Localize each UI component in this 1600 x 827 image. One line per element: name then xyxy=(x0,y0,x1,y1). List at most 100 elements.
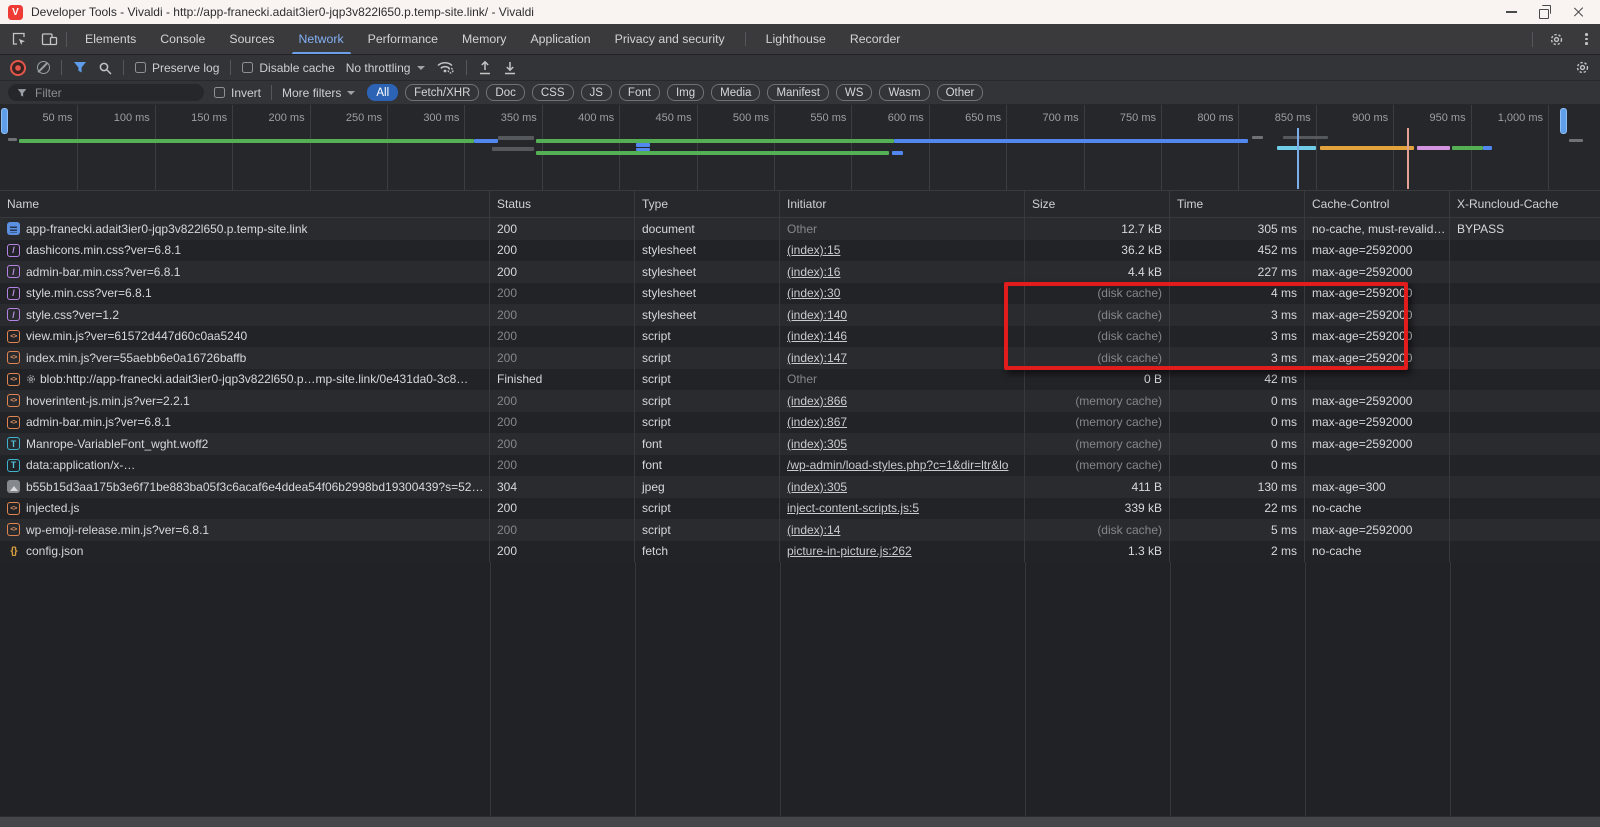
column-header-cache-control[interactable]: Cache-Control xyxy=(1305,191,1450,217)
table-row[interactable]: admin-bar.min.js?ver=6.8.1200script(inde… xyxy=(0,412,1600,434)
more-options-button[interactable] xyxy=(1579,33,1594,45)
table-row[interactable]: app-franecki.adait3ier0-jqp3v822l650.p.t… xyxy=(0,218,1600,240)
initiator-link[interactable]: inject-content-scripts.js:5 xyxy=(787,501,919,515)
table-row[interactable]: injected.js200scriptinject-content-scrip… xyxy=(0,498,1600,520)
filter-chip-img[interactable]: Img xyxy=(667,84,704,101)
throttling-select[interactable]: No throttling xyxy=(346,61,426,75)
column-header-initiator[interactable]: Initiator xyxy=(780,191,1025,217)
time-cell: 3 ms xyxy=(1170,326,1305,348)
tab-console[interactable]: Console xyxy=(148,24,217,54)
column-header-x-runcloud-cache[interactable]: X-Runcloud-Cache xyxy=(1450,191,1600,217)
device-toolbar-button[interactable] xyxy=(36,27,62,51)
initiator-link[interactable]: (index):146 xyxy=(787,329,847,343)
filter-chip-media[interactable]: Media xyxy=(711,84,760,101)
initiator-link[interactable]: (index):305 xyxy=(787,437,847,451)
initiator-link[interactable]: (index):14 xyxy=(787,523,840,537)
table-row[interactable]: dashicons.min.css?ver=6.8.1200stylesheet… xyxy=(0,240,1600,262)
more-filters-dropdown[interactable]: More filters xyxy=(282,86,355,100)
column-header-size[interactable]: Size xyxy=(1025,191,1170,217)
table-row[interactable]: blob:http://app-franecki.adait3ier0-jqp3… xyxy=(0,369,1600,391)
horizontal-scrollbar[interactable] xyxy=(0,816,1600,827)
initiator-link[interactable]: (index):16 xyxy=(787,265,840,279)
column-header-name[interactable]: Name xyxy=(0,191,490,217)
initiator-link[interactable]: (index):140 xyxy=(787,308,847,322)
tab-privacy-and-security[interactable]: Privacy and security xyxy=(603,24,737,54)
status-cell: 200 xyxy=(490,240,635,262)
timeline-overview[interactable]: 50 ms100 ms150 ms200 ms250 ms300 ms350 m… xyxy=(0,105,1600,191)
initiator-link[interactable]: (index):147 xyxy=(787,351,847,365)
devtools-settings-button[interactable] xyxy=(1543,27,1569,51)
disable-cache-checkbox[interactable]: Disable cache xyxy=(242,61,334,75)
tab-elements[interactable]: Elements xyxy=(73,24,148,54)
initiator-link[interactable]: (index):867 xyxy=(787,415,847,429)
close-button[interactable] xyxy=(1562,1,1596,23)
filter-chip-js[interactable]: JS xyxy=(581,84,612,101)
table-row[interactable]: view.min.js?ver=61572d447d60c0aa5240200s… xyxy=(0,326,1600,348)
filter-chip-font[interactable]: Font xyxy=(619,84,660,101)
table-row[interactable]: index.min.js?ver=55aebb6e0a16726baffb200… xyxy=(0,347,1600,369)
clear-network-log-button[interactable] xyxy=(37,61,50,74)
timeline-left-handle[interactable] xyxy=(1,108,8,134)
table-row[interactable]: config.json200fetchpicture-in-picture.js… xyxy=(0,541,1600,563)
table-row[interactable]: b55b15d3aa175b3e6f71be883ba05f3c6acaf6e4… xyxy=(0,476,1600,498)
import-har-button[interactable] xyxy=(478,60,492,75)
table-row[interactable]: hoverintent-js.min.js?ver=2.2.1200script… xyxy=(0,390,1600,412)
inspect-element-button[interactable] xyxy=(6,27,32,51)
filter-chip-all[interactable]: All xyxy=(367,84,398,101)
initiator-link[interactable]: (index):15 xyxy=(787,243,840,257)
maximize-button[interactable] xyxy=(1528,1,1562,23)
filter-chip-ws[interactable]: WS xyxy=(836,84,873,101)
filter-chip-doc[interactable]: Doc xyxy=(486,84,524,101)
column-header-status[interactable]: Status xyxy=(490,191,635,217)
waterfall-bar xyxy=(1320,146,1414,150)
initiator-link[interactable]: (index):305 xyxy=(787,480,847,494)
table-row[interactable]: Manrope-VariableFont_wght.woff2200font(i… xyxy=(0,433,1600,455)
upload-icon xyxy=(478,60,492,75)
filter-chip-other[interactable]: Other xyxy=(937,84,984,101)
filter-chip-wasm[interactable]: Wasm xyxy=(879,84,929,101)
time-cell: 22 ms xyxy=(1170,498,1305,520)
filter-chip-css[interactable]: CSS xyxy=(532,84,574,101)
status-cell: 200 xyxy=(490,347,635,369)
preserve-log-checkbox[interactable]: Preserve log xyxy=(135,61,219,75)
timeline-right-handle[interactable] xyxy=(1560,108,1567,134)
tab-memory[interactable]: Memory xyxy=(450,24,518,54)
filter-chip-fetch-xhr[interactable]: Fetch/XHR xyxy=(405,84,479,101)
record-network-log-button[interactable] xyxy=(10,60,26,76)
initiator-link[interactable]: /wp-admin/load-styles.php?c=1&dir=ltr&lo xyxy=(787,458,1008,472)
timeline-tick-label: 600 ms xyxy=(848,112,924,124)
initiator-link[interactable]: picture-in-picture.js:262 xyxy=(787,544,912,558)
tab-performance[interactable]: Performance xyxy=(356,24,450,54)
cache-control-cell: max-age=2592000 xyxy=(1305,433,1450,455)
table-row[interactable]: style.css?ver=1.2200stylesheet(index):14… xyxy=(0,304,1600,326)
size-cell: (memory cache) xyxy=(1025,390,1170,412)
tab-recorder[interactable]: Recorder xyxy=(838,24,913,54)
initiator-link[interactable]: (index):30 xyxy=(787,286,840,300)
name-cell: admin-bar.min.js?ver=6.8.1 xyxy=(0,412,490,434)
tab-lighthouse[interactable]: Lighthouse xyxy=(754,24,838,54)
tabbar-divider xyxy=(66,32,67,47)
search-button[interactable] xyxy=(98,61,112,75)
minimize-button[interactable] xyxy=(1494,1,1528,23)
tab-sources[interactable]: Sources xyxy=(217,24,286,54)
initiator-link[interactable]: (index):866 xyxy=(787,394,847,408)
column-header-time[interactable]: Time xyxy=(1170,191,1305,217)
filter-input[interactable] xyxy=(33,85,195,101)
table-row[interactable]: wp-emoji-release.min.js?ver=6.8.1200scri… xyxy=(0,519,1600,541)
network-conditions-button[interactable] xyxy=(436,60,455,75)
timeline-tick-label: 450 ms xyxy=(616,112,692,124)
tab-network[interactable]: Network xyxy=(287,24,356,54)
table-row[interactable]: data:application/x-…200font/wp-admin/loa… xyxy=(0,455,1600,477)
network-settings-button[interactable] xyxy=(1575,60,1590,75)
filter-toggle-button[interactable] xyxy=(73,61,87,74)
column-header-type[interactable]: Type xyxy=(635,191,780,217)
tab-application[interactable]: Application xyxy=(518,24,602,54)
size-cell: (disk cache) xyxy=(1025,347,1170,369)
table-row[interactable]: admin-bar.min.css?ver=6.8.1200stylesheet… xyxy=(0,261,1600,283)
table-row[interactable]: style.min.css?ver=6.8.1200stylesheet(ind… xyxy=(0,283,1600,305)
filter-chip-manifest[interactable]: Manifest xyxy=(767,84,828,101)
throttling-value: No throttling xyxy=(346,61,411,75)
invert-checkbox[interactable]: Invert xyxy=(214,86,261,100)
name-cell: data:application/x-… xyxy=(0,455,490,477)
export-har-button[interactable] xyxy=(503,60,517,75)
